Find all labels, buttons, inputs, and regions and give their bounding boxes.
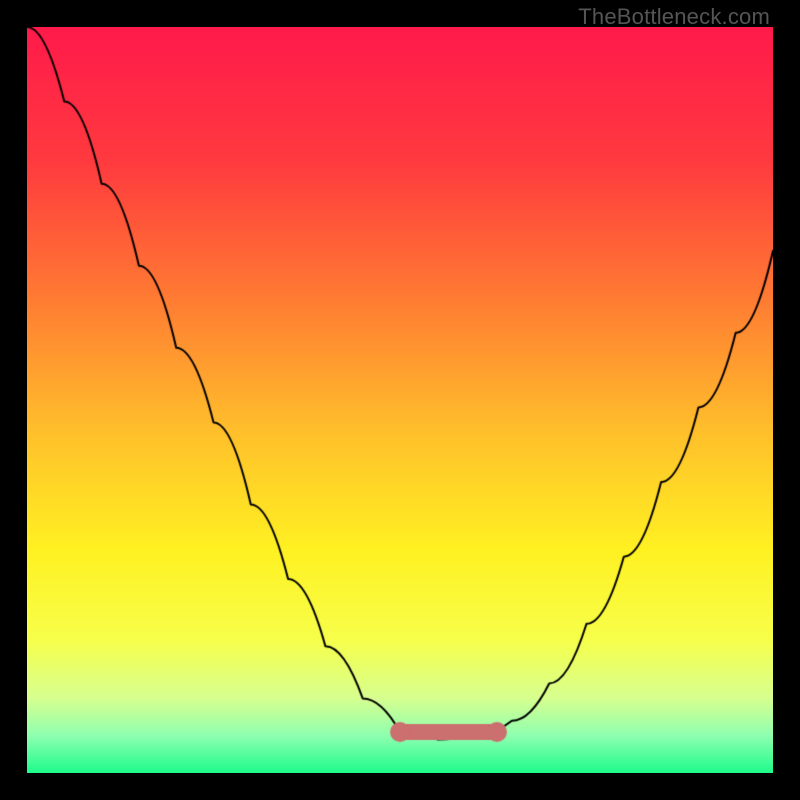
- watermark-text: TheBottleneck.com: [578, 4, 770, 30]
- plot-area: [27, 27, 773, 773]
- bottleneck-curve: [27, 27, 773, 773]
